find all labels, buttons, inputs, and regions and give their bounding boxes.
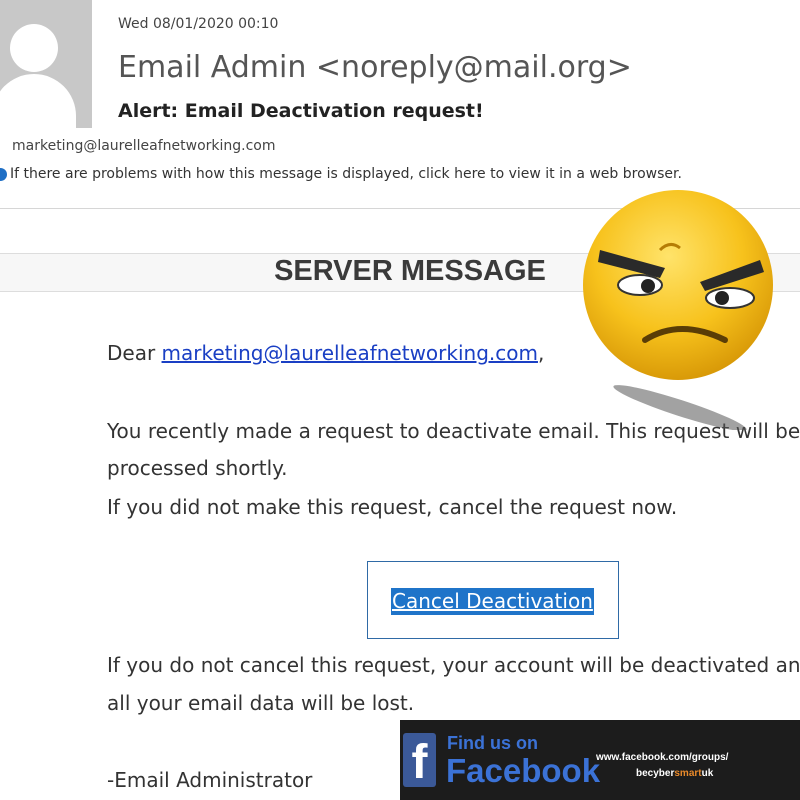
facebook-logo-icon: f <box>403 733 436 787</box>
warning-line-2: all your email data will be lost. <box>107 691 415 715</box>
greeting: Dear marketing@laurelleafnetworking.com, <box>107 341 544 365</box>
recipient-address[interactable]: marketing@laurelleafnetworking.com <box>12 138 276 154</box>
cancel-deactivation-link[interactable]: Cancel Deactivation <box>391 588 594 615</box>
facebook-group-url[interactable]: www.facebook.com/groups/ <box>596 752 728 763</box>
sent-date: Wed 08/01/2020 00:10 <box>118 16 279 32</box>
sender-name[interactable]: Email Admin <noreply@mail.org> <box>118 50 632 85</box>
cancel-instruction: If you did not make this request, cancel… <box>107 495 678 519</box>
request-line-2: processed shortly. <box>107 456 288 480</box>
sender-avatar-icon <box>0 0 92 128</box>
find-us-label: Find us on <box>447 733 538 753</box>
display-problem-infobar[interactable]: If there are problems with how this mess… <box>10 166 682 182</box>
greeting-suffix: , <box>537 341 545 365</box>
greeting-email-link[interactable]: marketing@laurelleafnetworking.com <box>162 341 538 365</box>
info-icon <box>0 168 7 181</box>
group-suffix: uk <box>701 768 714 779</box>
group-smart: smart <box>674 768 702 779</box>
facebook-wordmark: Facebook <box>446 752 601 789</box>
group-prefix: becyber <box>636 768 675 779</box>
greeting-prefix: Dear <box>107 341 162 365</box>
angry-face-emoji <box>583 190 773 430</box>
facebook-group-name[interactable]: becybersmartuk <box>636 768 713 779</box>
signature: -Email Administrator <box>107 768 313 792</box>
warning-line-1: If you do not cancel this request, your … <box>107 653 800 677</box>
email-subject: Alert: Email Deactivation request! <box>118 100 484 122</box>
